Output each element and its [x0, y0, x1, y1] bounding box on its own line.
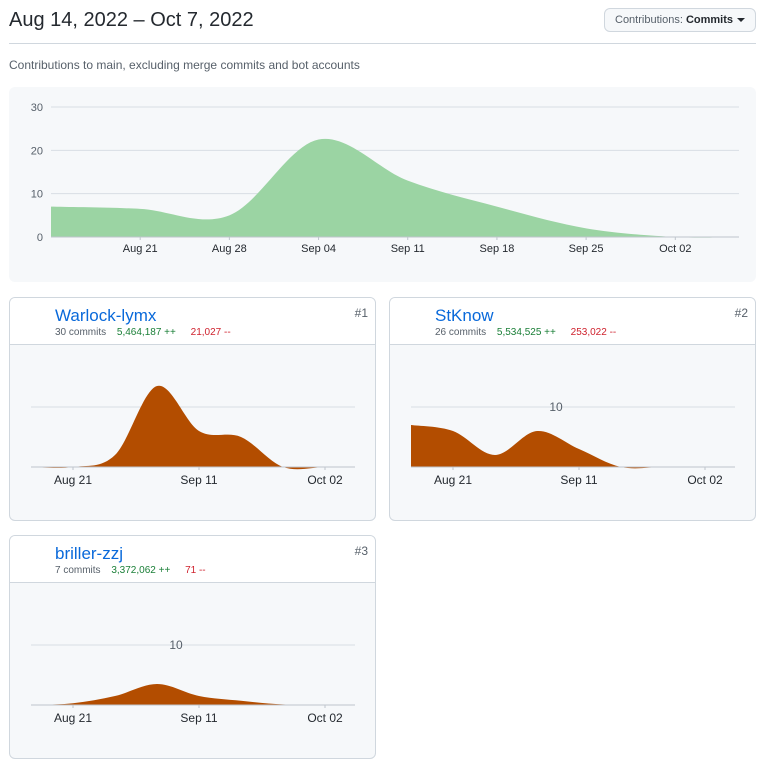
y-tick-label: 10 — [31, 189, 43, 201]
x-tick-label: Aug 21 — [434, 473, 472, 487]
contributor-chart: 10 Aug 21 Sep 11 Oct 02 — [411, 400, 735, 487]
x-tick-label: Aug 28 — [212, 243, 247, 255]
x-tick-label: Sep 04 — [301, 243, 336, 255]
contributor-name-link[interactable]: Warlock-lymx — [55, 306, 156, 326]
y-tick-label: 0 — [37, 232, 43, 244]
contributions-dropdown-button[interactable]: Contributions: Commits — [604, 8, 756, 32]
x-tick-label: Oct 02 — [687, 473, 723, 487]
x-tick-label: Sep 18 — [479, 243, 514, 255]
contributor-stats: 7 commits 3,372,062 ++ 71 -- — [55, 565, 206, 576]
x-tick-label: Oct 02 — [307, 473, 343, 487]
main-chart-svg: 0 10 20 30 Aug 21 Aug 28 Sep 04 Sep 11 Sep 18 Sep… — [31, 102, 739, 255]
contributor-chart: Aug 21 Sep 11 Oct 02 — [31, 385, 355, 487]
date-range-title: Aug 14, 2022 – Oct 7, 2022 — [9, 9, 254, 31]
contributor-card: StKnow 26 commits 5,534,525 ++ 253,022 -… — [389, 297, 756, 521]
commit-count: 26 commits — [435, 327, 487, 338]
contributor-rank: #3 — [354, 544, 368, 558]
x-tick-label: Sep 11 — [560, 473, 597, 487]
contributor-rank: #2 — [734, 306, 748, 320]
caret-down-icon — [737, 18, 745, 23]
x-tick-label: Sep 11 — [180, 711, 217, 725]
page-header: Aug 14, 2022 – Oct 7, 2022 Contributions… — [9, 0, 756, 44]
additions-count: 3,372,062 ++ — [111, 565, 171, 576]
data-area — [31, 385, 355, 470]
additions-count: 5,534,525 ++ — [496, 327, 556, 338]
x-tick-label: Sep 11 — [391, 243, 425, 255]
x-tick-label: Oct 02 — [307, 711, 343, 725]
x-tick-label: Aug 21 — [123, 243, 158, 255]
contributor-stats: 26 commits 5,534,525 ++ 253,022 -- — [435, 327, 616, 338]
x-tick-label: Aug 21 — [54, 473, 92, 487]
y-tick-label: 30 — [31, 102, 43, 114]
x-tick-label: Sep 25 — [569, 243, 604, 255]
commit-count: 30 commits — [55, 327, 107, 338]
contributor-card-header: briller-zzj 7 commits 3,372,062 ++ 71 --… — [10, 536, 375, 583]
contributor-chart: 10 Aug 21 Sep 11 Oct 02 — [31, 638, 355, 725]
main-contributions-chart: 0 10 20 30 Aug 21 Aug 28 Sep 04 Sep 11 Sep 18 Sep… — [9, 87, 756, 282]
contributor-card: Warlock-lymx 30 commits 5,464,187 ++ 21,… — [9, 297, 376, 521]
deletions-count: 71 -- — [185, 565, 206, 576]
deletions-count: 253,022 -- — [570, 327, 617, 338]
commit-count: 7 commits — [55, 565, 101, 576]
data-area — [411, 425, 735, 469]
x-tick-label: Sep 11 — [180, 473, 217, 487]
avatar[interactable] — [396, 304, 428, 336]
avatar[interactable] — [16, 304, 48, 336]
deletions-count: 21,027 -- — [190, 327, 231, 338]
contributions-selected-value: Commits — [685, 14, 733, 26]
contributor-name-link[interactable]: briller-zzj — [55, 544, 123, 564]
x-tick-label: Aug 21 — [54, 711, 92, 725]
graph-subtitle: Contributions to main, excluding merge c… — [9, 58, 360, 72]
contributions-label: Contributions: — [615, 14, 683, 26]
avatar[interactable] — [16, 542, 48, 574]
contributor-card: briller-zzj 7 commits 3,372,062 ++ 71 --… — [9, 535, 376, 759]
y-tick-label: 10 — [169, 638, 183, 652]
y-tick-label: 10 — [549, 400, 563, 414]
contributor-name-link[interactable]: StKnow — [435, 306, 494, 326]
contributor-card-header: Warlock-lymx 30 commits 5,464,187 ++ 21,… — [10, 298, 375, 345]
contributor-rank: #1 — [354, 306, 368, 320]
data-area — [51, 138, 739, 238]
contributor-stats: 30 commits 5,464,187 ++ 21,027 -- — [55, 327, 231, 338]
y-tick-label: 20 — [31, 145, 43, 157]
additions-count: 5,464,187 ++ — [116, 327, 176, 338]
contributor-card-header: StKnow 26 commits 5,534,525 ++ 253,022 -… — [390, 298, 755, 345]
x-tick-label: Oct 02 — [659, 243, 691, 255]
data-area — [31, 684, 355, 706]
